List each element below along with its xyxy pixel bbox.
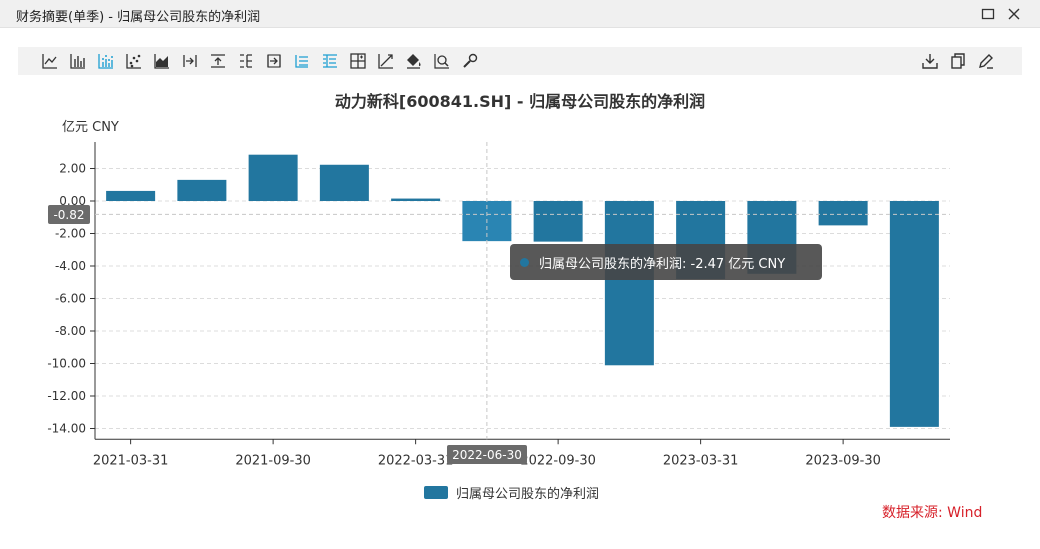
y-tick-label: -14.00 (47, 422, 86, 436)
y-tick-label: 2.00 (59, 162, 86, 176)
chart-bar (889, 201, 939, 427)
chart-legend[interactable]: 归属母公司股东的净利润 (424, 483, 599, 502)
x-tick-label: 2022-03-31 (378, 453, 454, 468)
y-tick-label: -12.00 (47, 389, 86, 403)
chart-bar (818, 201, 868, 226)
chart-tooltip: 归属母公司股东的净利润: -2.47 亿元 CNY (510, 244, 822, 280)
y-tick-label: -2.00 (55, 227, 86, 241)
chart-bar (319, 164, 369, 201)
x-axis-pointer-label: 2022-06-30 (447, 445, 527, 464)
y-axis-pointer-label: -0.82 (48, 205, 90, 224)
y-tick-label: -8.00 (55, 324, 86, 338)
x-tick-label: 2023-03-31 (663, 453, 739, 468)
x-tick-label: 2022-09-30 (520, 453, 596, 468)
tooltip-text: 归属母公司股东的净利润: -2.47 亿元 CNY (539, 256, 786, 272)
chart-bar (106, 190, 156, 201)
y-tick-label: -6.00 (55, 292, 86, 306)
x-tick-label: 2021-03-31 (93, 453, 169, 468)
chart-bar (533, 201, 583, 242)
x-tick-label: 2021-09-30 (235, 453, 311, 468)
chart-bar (391, 198, 441, 201)
legend-label: 归属母公司股东的净利润 (456, 487, 600, 502)
tooltip-series-dot (520, 257, 529, 267)
y-tick-label: -10.00 (47, 357, 86, 371)
x-tick-label: 2023-09-30 (805, 453, 881, 468)
y-tick-label: -4.00 (55, 259, 86, 273)
chart-bar (604, 201, 654, 366)
chart-bar (248, 154, 298, 201)
data-source-label: 数据来源: Wind (882, 505, 983, 521)
chart-bar (177, 179, 227, 201)
legend-swatch (424, 486, 448, 499)
